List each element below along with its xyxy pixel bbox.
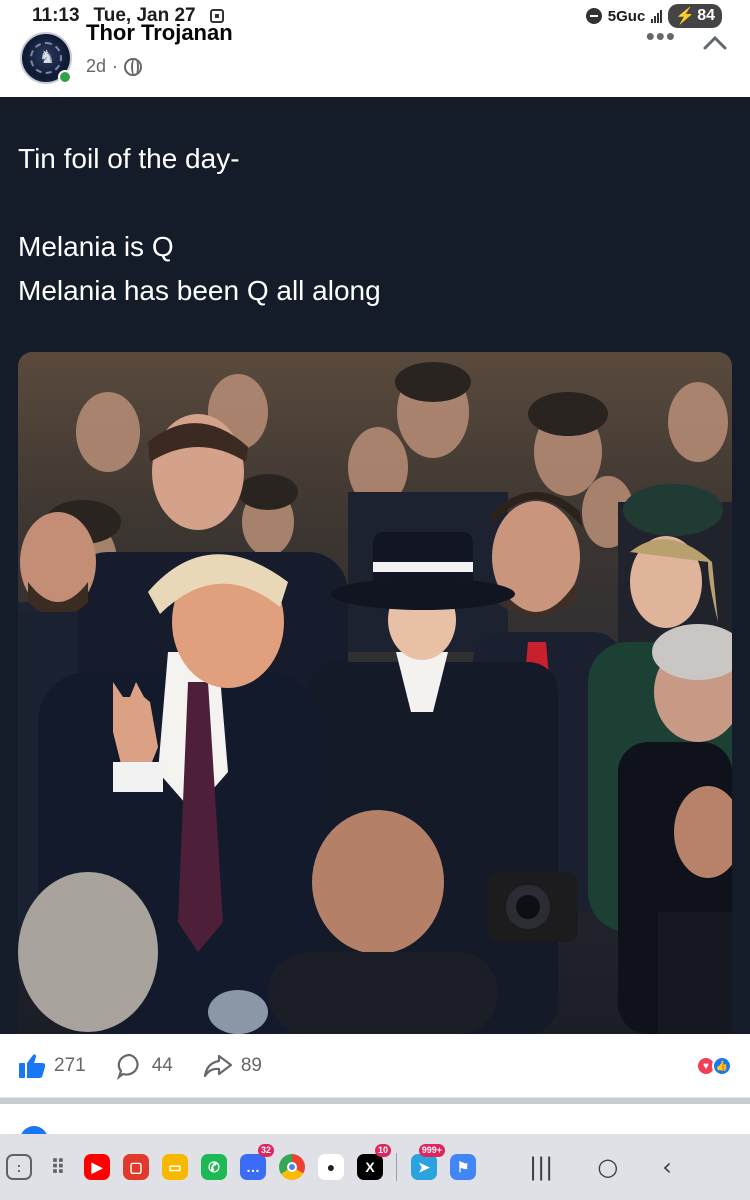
post-body: Tin foil of the day- Melania is Q Melani… <box>0 97 750 1034</box>
office-icon[interactable]: ▢ <box>123 1154 149 1180</box>
post-age[interactable]: 2d <box>86 56 106 77</box>
charging-icon: ⚡ <box>675 8 696 25</box>
phone-screen: 11:13 Tue, Jan 27 5Guc ⚡ 84 ♞ Thor Trojan… <box>0 0 750 1200</box>
status-date: Tue, Jan 27 <box>93 5 196 26</box>
next-post-peek <box>0 1098 750 1154</box>
youtube-icon[interactable]: ▶ <box>84 1154 110 1180</box>
post-text-line: Melania has been Q all along <box>18 275 381 306</box>
signal-icon <box>651 9 663 23</box>
network-type: 5Guc <box>607 7 646 25</box>
screenshot-icon <box>209 9 224 23</box>
post-text-line: Melania is Q <box>18 231 174 262</box>
comment-button[interactable]: 44 <box>116 1052 173 1080</box>
like-button[interactable]: 271 <box>18 1053 86 1079</box>
comment-count: 44 <box>151 1054 173 1076</box>
post-text-gap <box>18 181 381 225</box>
status-time: 11:13 <box>32 5 80 26</box>
post-photo[interactable] <box>18 352 732 1034</box>
meta-separator-dot: · <box>112 56 119 76</box>
online-status-dot <box>58 70 72 84</box>
post-text-line: Tin foil of the day- <box>18 143 240 174</box>
share-icon <box>203 1054 232 1077</box>
phone-icon[interactable]: ✆ <box>201 1154 227 1180</box>
telegram-badge: 999+ <box>418 1144 445 1157</box>
home-nav-icon[interactable]: ○ <box>597 1153 618 1181</box>
recents-nav-icon[interactable]: ||| <box>529 1153 553 1181</box>
share-count: 89 <box>240 1054 262 1076</box>
chess-knight-icon: ♞ <box>39 47 56 68</box>
telegram-icon[interactable]: ➤ 999+ <box>411 1144 445 1180</box>
post-text: Tin foil of the day- Melania is Q Melani… <box>18 137 381 313</box>
battery-indicator: ⚡ 84 <box>668 4 722 28</box>
post-header: ♞ Thor Trojanan 2d · ••• <box>0 22 750 97</box>
taskbar: : ⠿ ▶ ▢ ▭ ✆ … 32 ● X 10 ➤ 999+ ⚑ ||| ○ ‹ <box>0 1134 750 1200</box>
chrome-icon[interactable] <box>279 1154 305 1180</box>
comment-icon <box>116 1053 139 1080</box>
like-reaction-icon: 👍 <box>712 1056 732 1076</box>
recent-apps-icon[interactable]: : <box>6 1154 32 1180</box>
share-button[interactable]: 89 <box>203 1053 262 1079</box>
chevron-up-icon[interactable] <box>700 28 730 58</box>
post-meta: 2d · <box>86 56 143 77</box>
camera-icon[interactable]: ● <box>318 1154 344 1180</box>
maps-icon[interactable]: ⚑ <box>450 1154 476 1180</box>
battery-level: 84 <box>697 7 715 24</box>
notes-icon[interactable]: ▭ <box>162 1154 188 1180</box>
thumbs-up-icon <box>19 1053 46 1078</box>
messages-icon[interactable]: … 32 <box>240 1144 274 1180</box>
photo-illustration <box>18 362 732 1034</box>
messages-badge: 32 <box>257 1144 274 1157</box>
back-nav-icon[interactable]: ‹ <box>662 1153 672 1181</box>
like-count: 271 <box>54 1054 86 1076</box>
do-not-disturb-icon <box>585 8 602 24</box>
status-bar: 11:13 Tue, Jan 27 5Guc ⚡ 84 <box>0 0 750 32</box>
taskbar-divider <box>396 1153 397 1181</box>
app-drawer-icon[interactable]: ⠿ <box>45 1154 71 1180</box>
reaction-summary[interactable]: ♥ 👍 <box>696 1056 732 1076</box>
x-icon[interactable]: X 10 <box>357 1144 391 1180</box>
reaction-bar: 271 44 89 ♥ 👍 <box>0 1034 750 1098</box>
x-badge: 10 <box>374 1144 391 1157</box>
globe-icon <box>124 57 143 76</box>
